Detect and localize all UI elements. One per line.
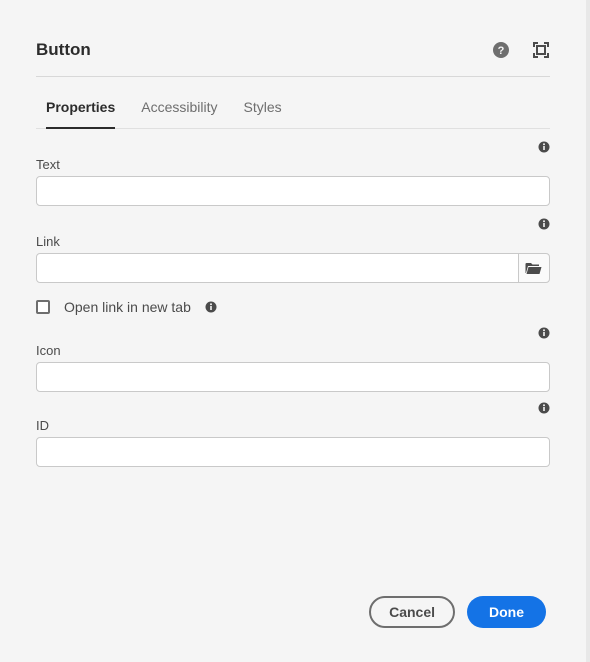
info-icon[interactable] <box>538 141 550 153</box>
folder-open-icon <box>525 261 543 275</box>
cancel-button[interactable]: Cancel <box>369 596 455 628</box>
icon-label: Icon <box>36 343 61 358</box>
dialog-title: Button <box>36 40 91 60</box>
open-new-tab-label: Open link in new tab <box>64 299 191 315</box>
fullscreen-icon[interactable] <box>532 41 550 59</box>
dialog: Button ? Properties Accessibility Styles… <box>0 0 590 662</box>
link-input-group <box>36 253 550 283</box>
field-icon: Icon <box>36 343 550 392</box>
open-new-tab-checkbox[interactable] <box>36 300 50 314</box>
dialog-footer: Cancel Done <box>369 596 546 628</box>
field-open-new-tab: Open link in new tab <box>36 299 550 315</box>
field-id: ID <box>36 418 550 467</box>
icon-input[interactable] <box>36 362 550 392</box>
link-input[interactable] <box>36 253 519 283</box>
tabs: Properties Accessibility Styles <box>36 77 550 129</box>
id-label: ID <box>36 418 49 433</box>
done-button[interactable]: Done <box>467 596 546 628</box>
tab-accessibility[interactable]: Accessibility <box>141 99 217 129</box>
dialog-header: Button ? <box>36 40 550 77</box>
link-label: Link <box>36 234 60 249</box>
tab-styles[interactable]: Styles <box>244 99 282 129</box>
properties-panel: Text Link Open link in new tab <box>36 129 550 467</box>
tab-properties[interactable]: Properties <box>46 99 115 129</box>
info-icon[interactable] <box>538 327 550 339</box>
field-text: Text <box>36 157 550 206</box>
svg-text:?: ? <box>498 45 505 57</box>
browse-button[interactable] <box>518 253 550 283</box>
info-icon[interactable] <box>538 218 550 230</box>
text-label: Text <box>36 157 60 172</box>
id-input[interactable] <box>36 437 550 467</box>
text-input[interactable] <box>36 176 550 206</box>
info-icon[interactable] <box>205 301 217 313</box>
field-link: Link <box>36 234 550 283</box>
info-icon[interactable] <box>538 402 550 414</box>
header-icons: ? <box>492 41 550 59</box>
help-icon[interactable]: ? <box>492 41 510 59</box>
